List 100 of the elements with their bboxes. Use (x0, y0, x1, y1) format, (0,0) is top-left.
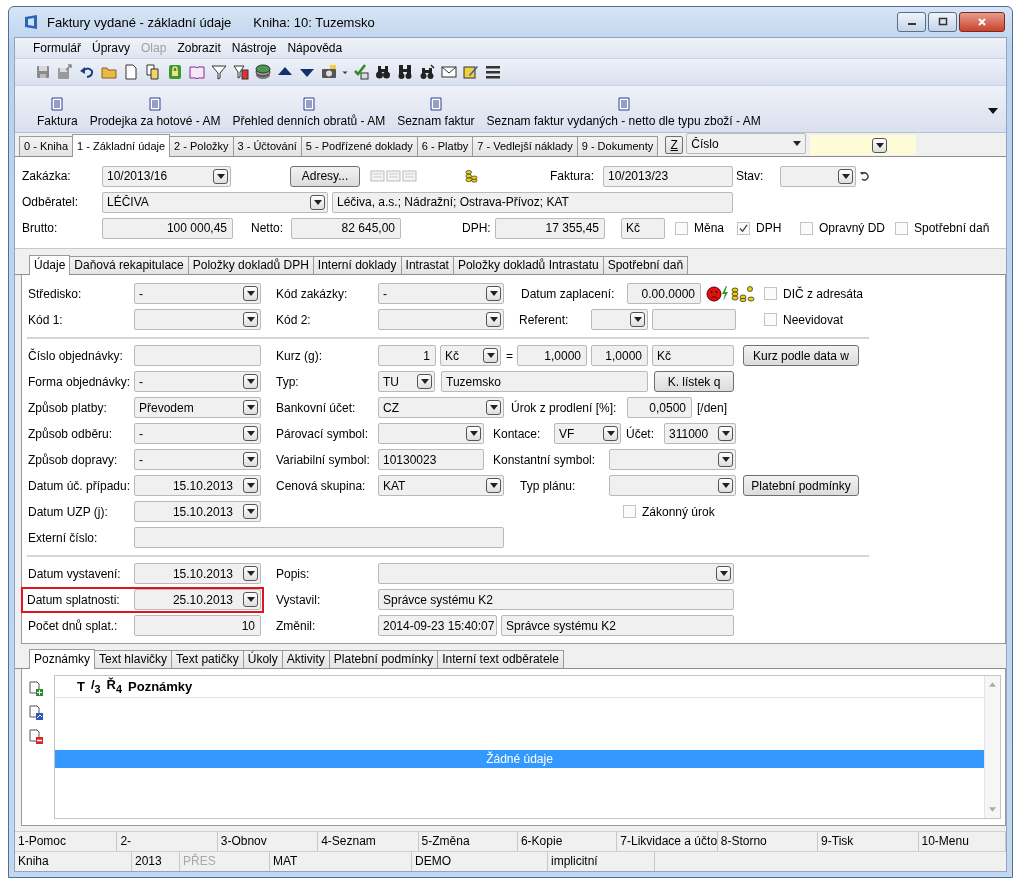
checkbox[interactable] (800, 221, 813, 235)
dropdown-field[interactable] (609, 449, 736, 471)
text-field[interactable]: Léčiva, a.s.; Nádražní; Ostrava-Přívoz; KAT (332, 191, 733, 213)
dropdown-button[interactable] (213, 168, 228, 184)
document-icon[interactable] (123, 63, 139, 80)
tab[interactable]: Daňová rekapitulace (69, 255, 189, 274)
checkbox[interactable] (675, 221, 688, 235)
dropdown-button[interactable] (243, 504, 258, 520)
tab[interactable]: Text hlavičky (94, 649, 173, 668)
dropdown-button[interactable] (243, 592, 258, 608)
report-button[interactable]: Seznam faktur vydaných - netto dle typu zboží - AM (482, 96, 765, 128)
dropdown-field[interactable] (609, 475, 736, 497)
dropdown-button[interactable] (486, 286, 501, 302)
dropdown-button[interactable] (243, 400, 258, 416)
lock-icon[interactable] (167, 63, 183, 80)
text-field[interactable]: 10/2013/23 (603, 165, 733, 187)
dropdown-field[interactable]: Převodem (134, 397, 261, 419)
save-icon[interactable] (35, 63, 51, 80)
dropdown-button[interactable] (243, 566, 258, 582)
dropdown-field[interactable]: 25.10.2013 (134, 589, 261, 611)
dropdown-field[interactable]: - (134, 423, 261, 445)
check-document-icon[interactable] (353, 63, 369, 80)
tab[interactable]: Text patičky (171, 649, 244, 668)
dropdown-button[interactable] (486, 400, 501, 416)
dropdown-button[interactable] (243, 374, 258, 390)
dropdown-field[interactable]: Kč (440, 345, 501, 367)
dropdown-field[interactable]: 15.10.2013 (134, 475, 261, 497)
dropdown-button[interactable] (243, 286, 258, 302)
dropdown-field[interactable]: LÉČIVA (102, 191, 328, 213)
copy-icon[interactable] (145, 63, 161, 80)
function-key[interactable]: 2- (117, 832, 218, 851)
tab[interactable]: 3 - Účtování (232, 136, 302, 157)
function-key[interactable]: 3-Obnov (217, 832, 319, 851)
dropdown-field[interactable]: 10/2013/16 (102, 165, 231, 187)
text-field[interactable]: 0.00.0000 (627, 283, 701, 305)
add-note-icon[interactable] (28, 680, 44, 697)
tab[interactable]: Interní text odběratele (437, 649, 564, 668)
dropdown-button[interactable] (486, 478, 501, 494)
dropdown-field[interactable]: 15.10.2013 (134, 563, 261, 585)
dropdown-field[interactable] (378, 563, 734, 585)
tab[interactable]: Poznámky (29, 648, 96, 669)
function-key[interactable]: 1-Pomoc (15, 832, 118, 851)
sort-dropdown[interactable]: Číslo (686, 133, 807, 155)
text-field[interactable]: Kč (621, 217, 665, 239)
tab[interactable]: 7 - Vedlejší náklady (472, 136, 578, 157)
text-field[interactable]: Tuzemsko (441, 371, 648, 393)
text-field[interactable]: 100 000,45 (102, 217, 233, 239)
dropdown-button[interactable] (466, 426, 481, 442)
dropdown-field[interactable] (591, 309, 648, 331)
text-field[interactable]: 0,0500 (627, 397, 692, 419)
text-field[interactable] (134, 345, 261, 367)
tab[interactable]: Úkoly (242, 649, 283, 668)
dropdown-button[interactable] (243, 312, 258, 328)
delete-note-icon[interactable] (28, 728, 44, 745)
dropdown-button[interactable] (838, 168, 853, 184)
tab[interactable]: Spotřební daň (602, 255, 689, 274)
tab[interactable]: 6 - Platby (416, 136, 474, 157)
dropdown-field[interactable] (378, 423, 484, 445)
text-field[interactable]: Správce systému K2 (501, 615, 734, 637)
dropdown-button[interactable] (872, 137, 888, 153)
column-header[interactable]: Ř$_{4}$ (106, 677, 123, 696)
tab[interactable]: Intrastat (400, 255, 454, 274)
button[interactable]: Adresy... (290, 165, 360, 187)
function-key[interactable]: 7-Likvidace a účto (617, 832, 718, 851)
dropdown-button[interactable] (243, 452, 258, 468)
function-key[interactable]: 8-Storno (717, 832, 819, 851)
text-field[interactable]: 1,0000 (591, 345, 648, 367)
stack-icon[interactable] (255, 63, 271, 80)
tab[interactable]: Údaje (29, 254, 71, 275)
dropdown-field[interactable]: - (134, 449, 261, 471)
maximize-button[interactable] (928, 12, 957, 32)
minimize-button[interactable] (897, 12, 926, 32)
dropdown-field[interactable]: VF (554, 423, 621, 445)
button[interactable]: Kurz podle data w (743, 345, 859, 367)
dropdown-button[interactable] (718, 426, 733, 442)
function-key[interactable]: 10-Menu (918, 832, 1006, 851)
filter-icon[interactable] (211, 63, 227, 80)
camera-icon[interactable] (321, 63, 337, 80)
tab[interactable]: Položky dokladů Intrastatu (452, 255, 604, 274)
dropdown-button[interactable] (486, 312, 501, 328)
function-key[interactable]: 4-Seznam (318, 832, 419, 851)
text-field[interactable]: 2014-09-23 15:40:07 (378, 615, 497, 637)
dropdown-button[interactable] (718, 478, 733, 494)
text-field[interactable]: 82 645,00 (291, 217, 401, 239)
text-field[interactable] (652, 309, 736, 331)
report-button[interactable]: Prodejka za hotové - AM (85, 96, 225, 128)
checkbox[interactable] (764, 313, 777, 327)
dropdown-button[interactable] (603, 426, 618, 442)
function-key[interactable]: 5-Změna (418, 832, 518, 851)
report-button[interactable]: Faktura (33, 96, 82, 128)
more-icon[interactable] (988, 107, 998, 114)
dropdown-field[interactable]: 15.10.2013 (134, 501, 261, 523)
dropdown-button[interactable] (630, 312, 645, 328)
text-field[interactable]: Správce systému K2 (378, 589, 734, 611)
checkbox[interactable] (895, 221, 908, 235)
dropdown-field[interactable]: - (134, 371, 261, 393)
binoculars-icon[interactable] (375, 63, 391, 80)
binoculars-icon[interactable] (419, 63, 435, 80)
tab[interactable]: 2 - Položky (169, 136, 234, 157)
close-button[interactable] (959, 12, 1005, 32)
